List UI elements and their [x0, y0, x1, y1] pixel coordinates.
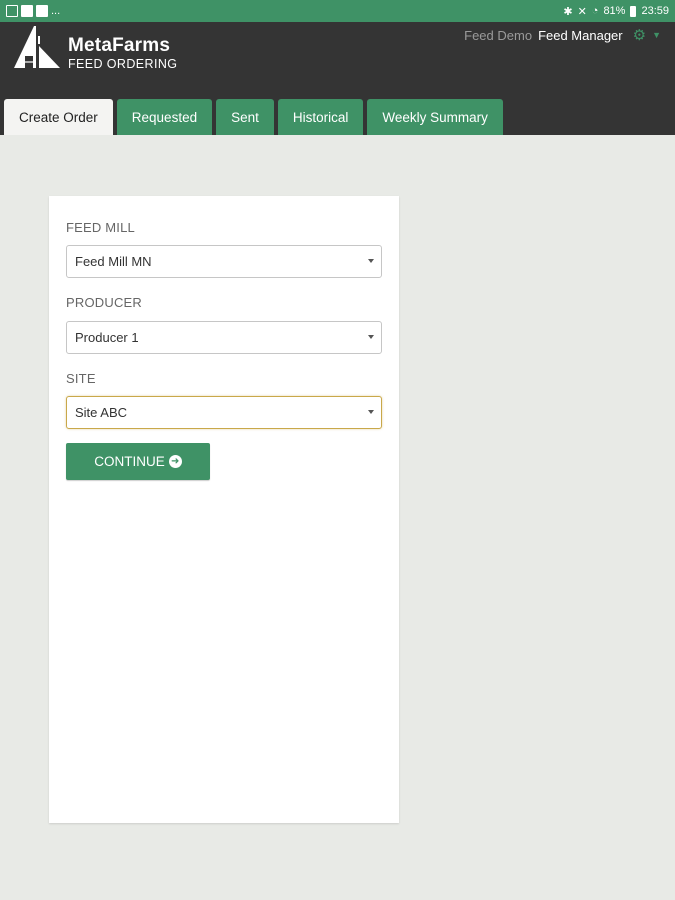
site-label: SITE	[66, 371, 96, 386]
clock: 23:59	[641, 5, 669, 17]
feed-mill-label: FEED MILL	[66, 220, 135, 235]
gear-icon[interactable]: ⚙	[633, 26, 646, 44]
image-notification-icon	[6, 5, 18, 17]
bluetooth-icon: ✱	[563, 5, 573, 18]
tab-requested[interactable]: Requested	[116, 99, 213, 135]
user-menu[interactable]: Feed Demo Feed Manager ⚙ ▼	[464, 26, 661, 44]
producer-value: Producer 1	[75, 330, 139, 345]
continue-label: CONTINUE	[94, 454, 165, 469]
more-notifications-indicator: ...	[51, 5, 61, 17]
continue-button[interactable]: CONTINUE ➜	[66, 443, 210, 480]
site-value: Site ABC	[75, 405, 128, 420]
battery-percent: 81%	[603, 5, 626, 17]
dropdown-arrow-icon	[368, 335, 374, 339]
tab-weekly-summary[interactable]: Weekly Summary	[367, 99, 503, 135]
arrow-circle-right-icon: ➜	[168, 455, 182, 468]
tab-historical[interactable]: Historical	[277, 99, 364, 135]
mute-icon: ✕	[577, 5, 587, 18]
producer-select[interactable]: Producer 1	[66, 321, 382, 354]
main-tabs: Create Order Requested Sent Historical W…	[4, 99, 503, 135]
flipboard-notification-icon	[36, 5, 48, 17]
dropdown-arrow-icon	[368, 259, 374, 263]
feed-mill-value: Feed Mill MN	[75, 254, 152, 269]
flipboard-notification-icon	[21, 5, 33, 17]
notification-icons: ...	[6, 5, 60, 17]
create-order-card: FEED MILL Feed Mill MN PRODUCER Producer…	[49, 196, 399, 823]
wifi-icon: ◔	[591, 5, 599, 17]
tab-sent[interactable]: Sent	[216, 99, 274, 135]
brand-name: MetaFarms	[68, 35, 171, 56]
battery-icon	[630, 5, 637, 17]
producer-label: PRODUCER	[66, 295, 142, 310]
feed-mill-select[interactable]: Feed Mill MN	[66, 245, 382, 278]
user-role: Feed Manager	[538, 27, 623, 43]
system-icons: ✱ ✕ ◔ 81% 23:59	[563, 5, 669, 18]
brand-subtitle: FEED ORDERING	[68, 57, 178, 71]
app-header: MetaFarms FEED ORDERING Feed Demo Feed M…	[0, 22, 675, 135]
status-bar: ... ✱ ✕ ◔ 81% 23:59	[0, 0, 675, 22]
dropdown-arrow-icon	[368, 410, 374, 414]
tab-create-order[interactable]: Create Order	[4, 99, 113, 135]
metafarms-logo-icon	[14, 26, 60, 68]
chevron-down-icon[interactable]: ▼	[652, 30, 661, 40]
user-org: Feed Demo	[464, 27, 533, 43]
brand: MetaFarms FEED ORDERING	[68, 35, 178, 72]
site-select[interactable]: Site ABC	[66, 396, 382, 429]
